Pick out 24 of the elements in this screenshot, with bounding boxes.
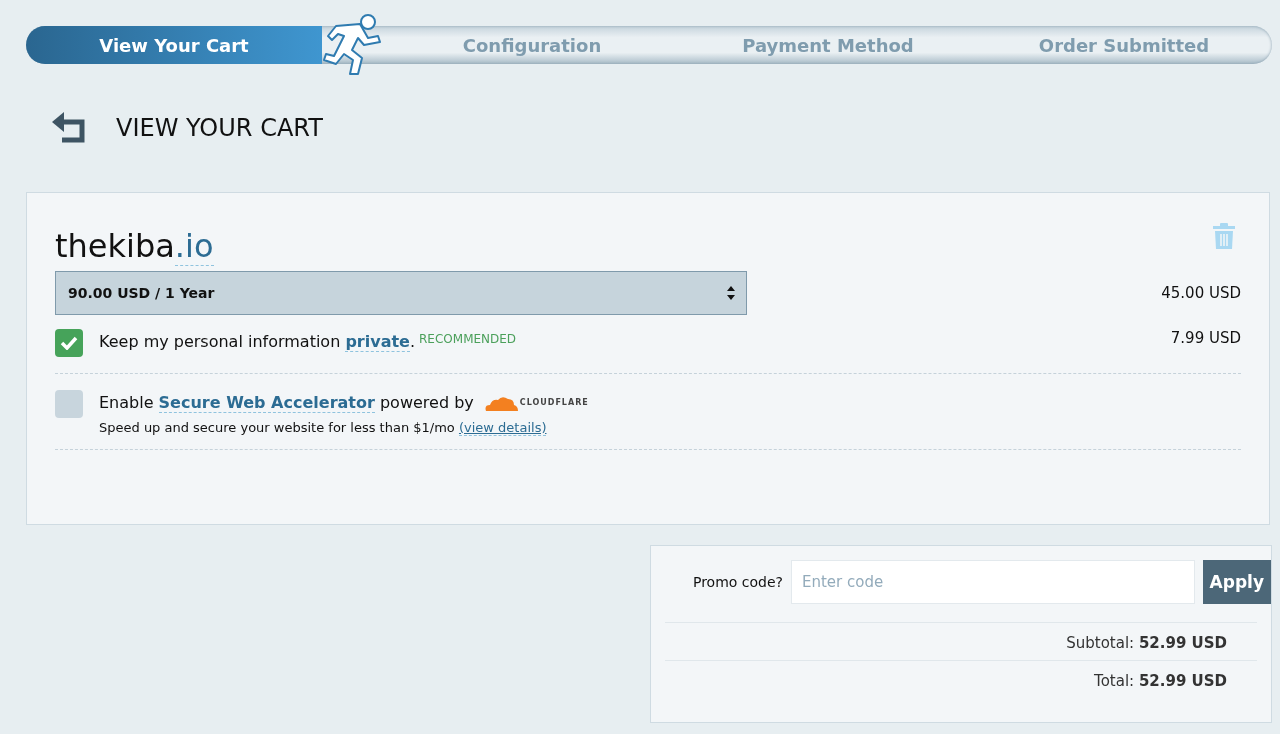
option-label: Enable Secure Web Accelerator powered by <box>99 393 474 412</box>
up-down-caret-icon <box>726 285 736 301</box>
cloudflare-logo: CLOUDFLARE <box>483 394 589 411</box>
promo-input[interactable]: Enter code <box>791 560 1195 604</box>
total-line: Subtotal: 52.99 USD <box>665 623 1257 661</box>
option-price: 7.99 USD <box>1170 329 1241 349</box>
runner-icon <box>322 12 384 76</box>
total-line: Total: 52.99 USD <box>1093 671 1228 692</box>
option-checkbox[interactable] <box>55 390 83 418</box>
option-checkbox[interactable] <box>55 329 83 357</box>
view-details-link[interactable]: (view details) <box>458 420 547 436</box>
page-title: VIEW YOUR CART <box>116 114 323 142</box>
progress-step[interactable]: View Your Cart <box>26 26 322 64</box>
option-label: Keep my personal information private. <box>99 332 416 351</box>
domain-price: 45.00 USD <box>1161 284 1241 302</box>
apply-button[interactable]: Apply <box>1202 560 1271 604</box>
promo-label: Promo code? <box>691 574 783 590</box>
option-link[interactable]: Secure Web Accelerator <box>158 393 375 413</box>
option-link[interactable]: private <box>345 332 410 352</box>
option-note: Speed up and secure your website for less than $1/mo (view details) <box>99 420 548 435</box>
recommended-label: RECOMMENDED <box>419 332 517 346</box>
period-select[interactable]: 90.00 USD / 1 Year <box>55 271 747 315</box>
domain-name: thekiba.io <box>55 227 215 265</box>
checkmark-icon <box>60 336 78 350</box>
